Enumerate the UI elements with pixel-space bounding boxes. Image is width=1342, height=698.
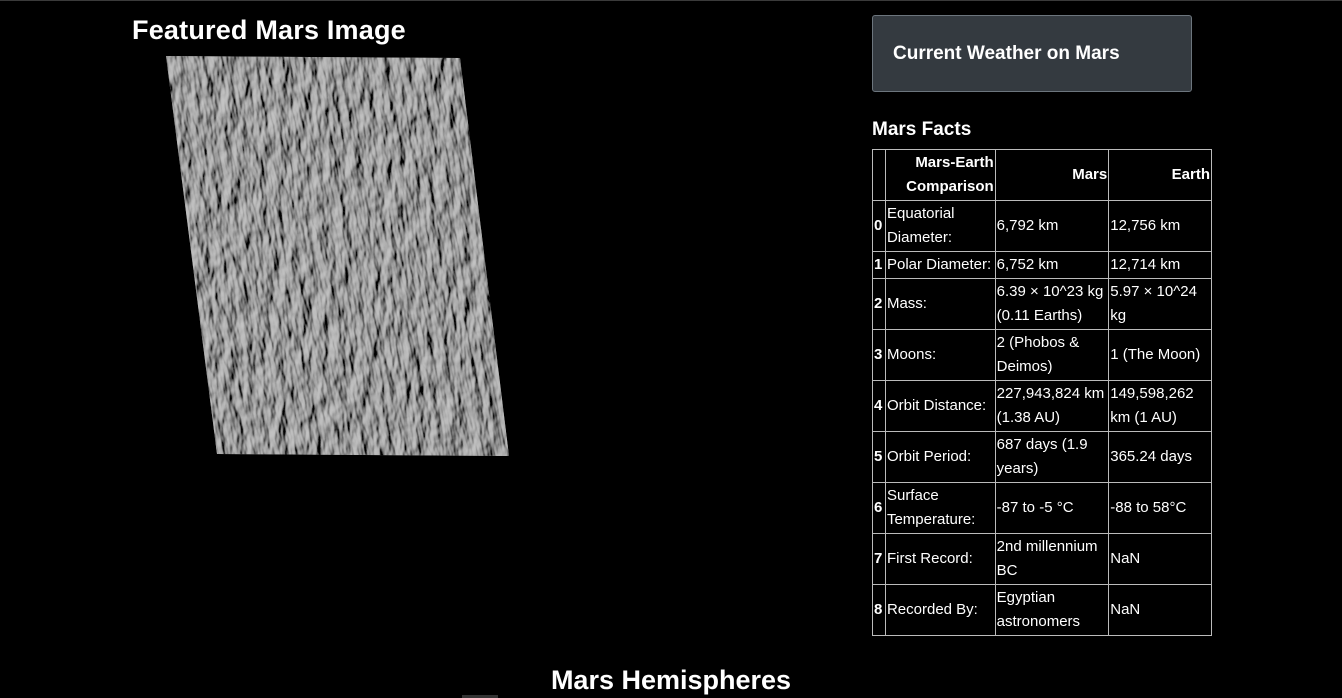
earth-value: 365.24 days bbox=[1108, 431, 1212, 483]
row-label: Mass: bbox=[884, 278, 996, 330]
earth-value: NaN bbox=[1108, 584, 1212, 636]
earth-value: 149,598,262 km (1 AU) bbox=[1108, 380, 1212, 432]
table-row: 8 Recorded By: Egyptian astronomers NaN bbox=[872, 584, 1212, 636]
featured-image-title: Featured Mars Image bbox=[132, 15, 406, 45]
table-row: 6 Surface Temperature: -87 to -5 °C -88 … bbox=[872, 482, 1212, 534]
table-row: 1 Polar Diameter: 6,752 km 12,714 km bbox=[872, 251, 1212, 279]
mars-facts-title: Mars Facts bbox=[872, 119, 972, 140]
mars-hemispheres-title: Mars Hemispheres bbox=[550, 665, 792, 695]
earth-value: 1 (The Moon) bbox=[1108, 329, 1212, 381]
earth-value: NaN bbox=[1108, 533, 1212, 585]
row-label: Surface Temperature: bbox=[884, 482, 996, 534]
row-index: 2 bbox=[872, 278, 886, 330]
table-row: 7 First Record: 2nd millennium BC NaN bbox=[872, 533, 1212, 585]
row-label: Moons: bbox=[884, 329, 996, 381]
table-row: 0 Equatorial Diameter: 6,792 km 12,756 k… bbox=[872, 200, 1212, 252]
row-index: 7 bbox=[872, 533, 886, 585]
row-label: Equatorial Diameter: bbox=[884, 200, 996, 252]
mars-value: -87 to -5 °C bbox=[994, 482, 1110, 534]
row-index: 5 bbox=[872, 431, 886, 483]
row-index: 4 bbox=[872, 380, 886, 432]
mars-value: 227,943,824 km (1.38 AU) bbox=[994, 380, 1110, 432]
featured-mars-image[interactable] bbox=[164, 56, 510, 458]
row-index: 6 bbox=[872, 482, 886, 534]
mars-value: 6.39 × 10^23 kg (0.11 Earths) bbox=[994, 278, 1110, 330]
column-header-earth: Earth bbox=[1108, 149, 1212, 201]
row-label: Orbit Period: bbox=[884, 431, 996, 483]
earth-value: 12,714 km bbox=[1108, 251, 1212, 279]
mars-value: 2 (Phobos & Deimos) bbox=[994, 329, 1110, 381]
earth-value: 12,756 km bbox=[1108, 200, 1212, 252]
mars-facts-table: Mars-Earth Comparison Mars Earth 0 Equat… bbox=[872, 149, 1212, 636]
table-row: 4 Orbit Distance: 227,943,824 km (1.38 A… bbox=[872, 380, 1212, 432]
row-label: Recorded By: bbox=[884, 584, 996, 636]
mars-value: Egyptian astronomers bbox=[994, 584, 1110, 636]
column-header-mars: Mars bbox=[994, 149, 1110, 201]
column-header-index bbox=[872, 149, 886, 201]
earth-value: -88 to 58°C bbox=[1108, 482, 1212, 534]
mars-value: 687 days (1.9 years) bbox=[994, 431, 1110, 483]
column-header-comparison: Mars-Earth Comparison bbox=[884, 149, 996, 201]
mars-value: 6,752 km bbox=[994, 251, 1110, 279]
earth-value: 5.97 × 10^24 kg bbox=[1108, 278, 1212, 330]
table-row: 5 Orbit Period: 687 days (1.9 years) 365… bbox=[872, 431, 1212, 483]
mars-value: 2nd millennium BC bbox=[994, 533, 1110, 585]
table-row: 3 Moons: 2 (Phobos & Deimos) 1 (The Moon… bbox=[872, 329, 1212, 381]
page: Featured Mars Image Current Weather on M… bbox=[0, 0, 1342, 698]
mars-value: 6,792 km bbox=[994, 200, 1110, 252]
table-header-row: Mars-Earth Comparison Mars Earth bbox=[872, 149, 1212, 201]
row-index: 1 bbox=[872, 251, 886, 279]
row-label: First Record: bbox=[884, 533, 996, 585]
table-row: 2 Mass: 6.39 × 10^23 kg (0.11 Earths) 5.… bbox=[872, 278, 1212, 330]
row-label: Orbit Distance: bbox=[884, 380, 996, 432]
row-label: Polar Diameter: bbox=[884, 251, 996, 279]
row-index: 0 bbox=[872, 200, 886, 252]
row-index: 8 bbox=[872, 584, 886, 636]
current-weather-button[interactable]: Current Weather on Mars bbox=[872, 15, 1192, 92]
row-index: 3 bbox=[872, 329, 886, 381]
